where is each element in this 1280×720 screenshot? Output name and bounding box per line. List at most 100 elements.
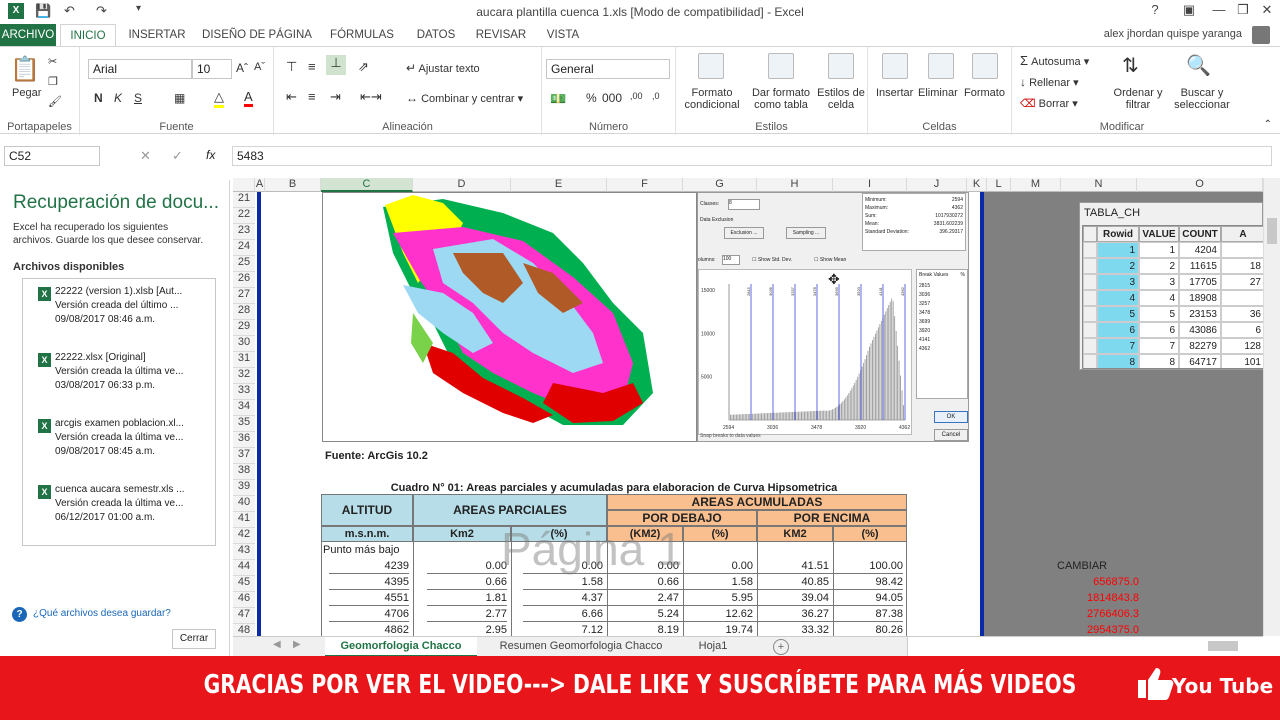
tabla-ch-cell[interactable]: 7 [1139,338,1179,354]
formula-input[interactable]: 5483 [232,146,1272,166]
break-value[interactable]: 2815 [919,282,965,291]
tabla-ch-cell[interactable]: 6 [1139,322,1179,338]
align-bottom-icon[interactable]: ⊥ [326,55,346,75]
arcgis-classification-dialog[interactable]: Classes: 8 Data Exclusion Exclusion ... … [697,192,969,442]
ribbon-options-icon[interactable]: ▣ [1174,2,1204,22]
sampling-button[interactable]: Sampling ... [786,227,826,239]
row-header[interactable]: 40 [233,496,255,512]
break-value[interactable]: 3257 [919,300,965,309]
unit-msnm[interactable]: m.s.n.m. [321,526,413,542]
row-header[interactable]: 33 [233,384,255,400]
header-por-debajo[interactable]: POR DEBAJO [607,510,757,526]
first-row-label[interactable]: Punto más bajo [323,542,399,558]
dialog-ok-button[interactable]: OK [934,411,968,423]
tabla-ch-cell[interactable]: 4204 [1179,242,1221,258]
currency-icon[interactable]: 💵 [550,91,566,107]
tabla-ch-cell[interactable] [1221,242,1263,258]
autosum-button[interactable]: Σ Autosuma ▾ [1020,53,1089,68]
recovery-file-2[interactable]: X 22222.xlsx [Original] Versión creada la … [38,351,231,393]
scroll-thumb[interactable] [1267,218,1277,244]
enter-formula-icon[interactable]: ✓ [172,148,183,164]
cambiar-value[interactable]: 2954375.0 [1053,622,1139,636]
number-format-select[interactable]: General [546,59,670,79]
wrap-text-button[interactable]: ↵ Ajustar texto [406,61,480,75]
shrink-font-icon[interactable]: Aˇ [254,61,265,73]
name-box[interactable]: C52 [4,146,100,166]
unit-pct-encima[interactable]: (%) [833,526,907,542]
tabla-ch-cell[interactable] [1083,290,1097,306]
tabla-ch-cell[interactable]: 64717 [1179,354,1221,368]
classes-select[interactable]: 8 [728,199,760,210]
tab-insertar[interactable]: INSERTAR [124,24,190,46]
tabla-ch-cell[interactable]: 6 [1221,322,1263,338]
row-header[interactable]: 25 [233,256,255,272]
table-cell[interactable]: 0.00 [673,558,753,574]
table-cell[interactable]: 1.81 [427,590,507,606]
table-cell[interactable]: 4.37 [523,590,603,606]
grow-font-icon[interactable]: Aˆ [236,61,248,75]
row-header[interactable]: 47 [233,608,255,624]
header-por-encima[interactable]: POR ENCIMA [757,510,907,526]
help-icon[interactable]: ? [1140,2,1170,22]
thousands-icon[interactable]: 000 [602,91,622,105]
cell-styles-button[interactable]: Estilos de celda [816,87,866,111]
row-header[interactable]: 30 [233,336,255,352]
table-cell[interactable]: 39.04 [749,590,829,606]
table-cell[interactable]: 33.32 [749,622,829,636]
borders-icon[interactable]: ▦ [174,91,185,105]
font-size-select[interactable]: 10 [192,59,232,79]
tabla-ch-cell[interactable]: 8 [1097,354,1139,368]
tabla-ch-cell[interactable]: 18 [1221,258,1263,274]
row-header[interactable]: 27 [233,288,255,304]
show-mean-checkbox[interactable]: ☐ Show Mean [814,257,846,263]
table-cell[interactable]: 0.00 [599,558,679,574]
font-name-select[interactable]: Arial [88,59,192,79]
table-cell[interactable]: 0.66 [599,574,679,590]
column-header-g[interactable]: G [683,178,757,192]
unit-km2-debajo[interactable]: (KM2) [607,526,683,542]
table-cell[interactable]: 19.74 [673,622,753,636]
tabla-ch-cell[interactable]: 36 [1221,306,1263,322]
row-header[interactable]: 42 [233,528,255,544]
header-areas-parciales[interactable]: AREAS PARCIALES [413,494,607,526]
break-value[interactable]: 3478 [919,309,965,318]
format-as-table-button[interactable]: Dar formato como tabla [748,87,814,111]
column-header-a[interactable]: A [255,178,265,192]
add-sheet-icon[interactable]: + [773,639,789,655]
tab-diseno[interactable]: DISEÑO DE PÁGINA [200,24,314,46]
align-top-icon[interactable]: ⊤ [286,59,297,75]
table-cell[interactable]: 0.00 [427,558,507,574]
align-middle-icon[interactable]: ≡ [308,59,316,74]
tabla-ch-cell[interactable]: 5 [1097,306,1139,322]
table-cell[interactable]: 0.00 [523,558,603,574]
tab-inicio[interactable]: INICIO [60,24,116,46]
row-header[interactable]: 46 [233,592,255,608]
table-cell[interactable]: 4862 [329,622,409,636]
close-window-icon[interactable]: ✕ [1252,2,1280,22]
table-cell[interactable]: 4395 [329,574,409,590]
column-header-k[interactable]: K [967,178,987,192]
table-cell[interactable]: 94.05 [823,590,903,606]
close-recovery-button[interactable]: Cerrar [172,629,216,649]
horizontal-scrollbar[interactable] [907,637,1263,657]
row-header[interactable]: 36 [233,432,255,448]
source-label[interactable]: Fuente: ArcGis 10.2 [325,448,428,464]
table-cell[interactable]: 6.66 [523,606,603,622]
insert-cells-button[interactable]: Insertar [876,87,913,99]
worksheet-grid[interactable]: A B C D E F G H I J K L M N O 21 22 23 24 25… [233,178,1263,636]
dialog-cancel-button[interactable]: Cancel [934,429,968,441]
row-header[interactable]: 38 [233,464,255,480]
table-cell[interactable]: 98.42 [823,574,903,590]
table-cell[interactable]: 7.12 [523,622,603,636]
tabla-ch-cell[interactable]: 27 [1221,274,1263,290]
table-cell[interactable]: 87.38 [823,606,903,622]
unit-pct-debajo[interactable]: (%) [683,526,757,542]
tab-revisar[interactable]: REVISAR [472,24,530,46]
tabla-ch-cell[interactable]: 3 [1097,274,1139,290]
table-cell[interactable]: 40.85 [749,574,829,590]
tabla-ch-cell[interactable]: 17705 [1179,274,1221,290]
row-header[interactable]: 41 [233,512,255,528]
cancel-formula-icon[interactable]: ✕ [140,148,151,164]
tabla-ch-header[interactable]: A [1221,226,1263,242]
fill-button[interactable]: ↓ Rellenar ▾ [1020,75,1079,89]
